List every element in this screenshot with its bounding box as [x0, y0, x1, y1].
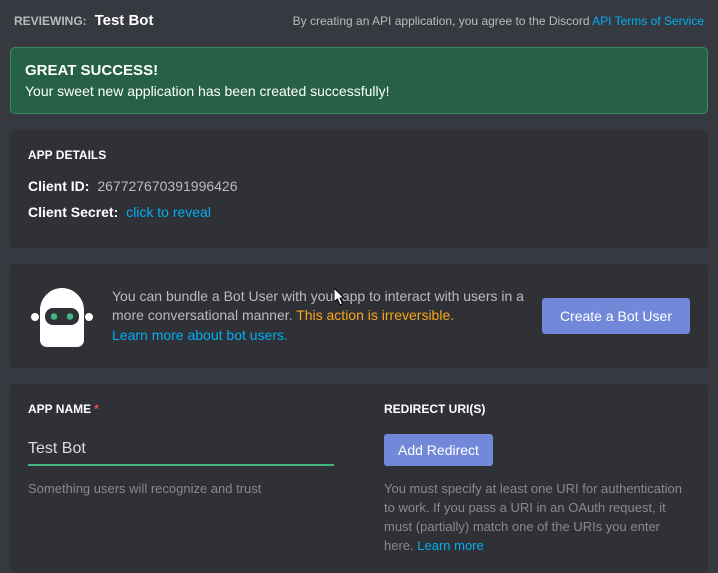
client-id-row: Client ID: 267727670391996426 [28, 178, 690, 194]
tos-text: By creating an API application, you agre… [293, 14, 704, 28]
required-indicator: * [94, 402, 99, 416]
create-bot-user-button[interactable]: Create a Bot User [542, 298, 690, 334]
client-secret-label: Client Secret: [28, 204, 118, 220]
success-title: Great Success! [25, 62, 693, 79]
client-id-value: 267727670391996426 [97, 178, 237, 194]
reviewing-block: Reviewing: Test Bot [14, 12, 153, 29]
app-details-heading: App Details [28, 148, 690, 162]
bot-robot-icon [28, 282, 96, 350]
header-bar: Reviewing: Test Bot By creating an API a… [0, 0, 718, 37]
success-message: Your sweet new application has been crea… [25, 83, 693, 99]
form-panel: App Name* Something users will recognize… [10, 384, 708, 573]
reviewing-app-name: Test Bot [95, 12, 154, 29]
client-secret-row: Client Secret: click to reveal [28, 204, 690, 220]
redirect-learn-more-link[interactable]: Learn more [417, 538, 483, 553]
tos-link[interactable]: API Terms of Service [592, 14, 704, 28]
app-name-section: App Name* Something users will recognize… [28, 402, 334, 555]
add-redirect-button[interactable]: Add Redirect [384, 434, 493, 466]
app-name-helper: Something users will recognize and trust [28, 480, 334, 499]
app-name-input[interactable] [28, 434, 334, 466]
learn-bot-users-link[interactable]: Learn more about bot users. [112, 327, 288, 343]
bot-user-panel: You can bundle a Bot User with your app … [10, 264, 708, 368]
redirect-helper: You must specify at least one URI for au… [384, 480, 690, 555]
irreversible-warning: This action is irreversible. [296, 307, 454, 323]
reveal-secret-link[interactable]: click to reveal [126, 204, 211, 220]
redirect-uri-label: Redirect URI(s) [384, 402, 690, 416]
success-banner: Great Success! Your sweet new applicatio… [10, 47, 708, 114]
client-id-label: Client ID: [28, 178, 89, 194]
redirect-uri-section: Redirect URI(s) Add Redirect You must sp… [384, 402, 690, 555]
bot-description: You can bundle a Bot User with your app … [112, 287, 526, 346]
app-details-panel: App Details Client ID: 26772767039199642… [10, 130, 708, 248]
app-name-label: App Name* [28, 402, 334, 416]
reviewing-label: Reviewing: [14, 14, 87, 28]
